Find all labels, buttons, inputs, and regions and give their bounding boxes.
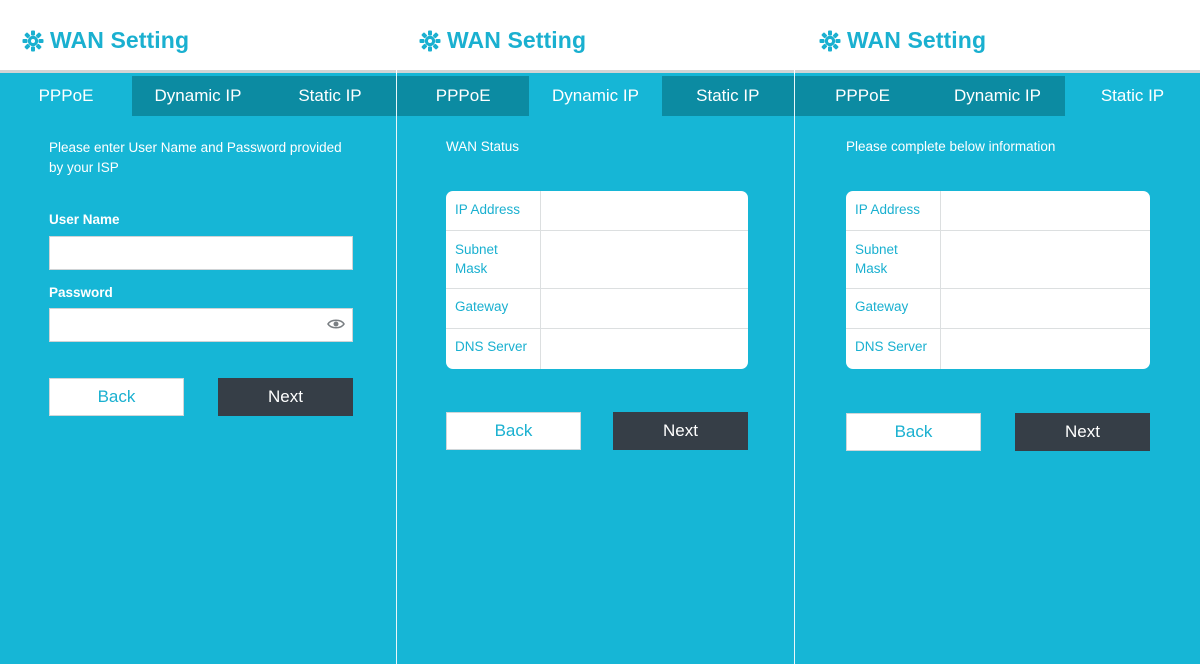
tab-bar: PPPoE Dynamic IP Static IP bbox=[397, 76, 794, 116]
tab-pppoe[interactable]: PPPoE bbox=[397, 76, 530, 116]
table-row: IP Address bbox=[846, 191, 1150, 231]
next-button[interactable]: Next bbox=[218, 378, 353, 416]
row-label: Gateway bbox=[455, 299, 509, 314]
header: WAN Setting bbox=[397, 0, 794, 73]
table-row: Subnet Mask bbox=[846, 231, 1150, 289]
table-row: Subnet Mask bbox=[446, 231, 748, 289]
ip-address-value bbox=[540, 191, 748, 230]
username-field[interactable] bbox=[49, 236, 353, 270]
gateway-field[interactable] bbox=[940, 289, 1150, 328]
subnet-mask-field[interactable] bbox=[940, 231, 1150, 288]
ip-address-field[interactable] bbox=[940, 191, 1150, 230]
row-label: DNS Server bbox=[455, 339, 528, 354]
tab-dynamic-ip[interactable]: Dynamic IP bbox=[930, 76, 1065, 116]
username-label: User Name bbox=[49, 212, 120, 227]
title-text: WAN Setting bbox=[447, 27, 587, 53]
tab-pppoe[interactable]: PPPoE bbox=[0, 76, 132, 116]
tab-bar: PPPoE Dynamic IP Static IP bbox=[795, 76, 1200, 116]
header: WAN Setting bbox=[795, 0, 1200, 73]
dns-server-field[interactable] bbox=[940, 329, 1150, 369]
header: WAN Setting bbox=[0, 0, 396, 73]
dynamic-ip-panel: WAN Setting PPPoE Dynamic IP Static IP W… bbox=[397, 0, 794, 664]
row-label: IP Address bbox=[855, 202, 921, 217]
static-ip-panel: WAN Setting PPPoE Dynamic IP Static IP P… bbox=[795, 0, 1200, 664]
pppoe-panel: WAN Setting PPPoE Dynamic IP Static IP P… bbox=[0, 0, 396, 664]
gateway-value bbox=[540, 289, 748, 328]
tab-bar: PPPoE Dynamic IP Static IP bbox=[0, 76, 396, 116]
title-text: WAN Setting bbox=[50, 27, 190, 53]
back-button[interactable]: Back bbox=[446, 412, 581, 450]
back-button[interactable]: Back bbox=[846, 413, 981, 451]
next-button[interactable]: Next bbox=[613, 412, 748, 450]
password-label: Password bbox=[49, 285, 113, 300]
gear-icon bbox=[22, 30, 44, 51]
instruction-text: Please enter User Name and Password prov… bbox=[49, 140, 342, 175]
page-title: WAN Setting bbox=[819, 27, 986, 54]
title-text: WAN Setting bbox=[847, 27, 987, 53]
row-label: Subnet Mask bbox=[455, 242, 498, 276]
dns-server-value bbox=[540, 329, 748, 369]
row-label: IP Address bbox=[455, 202, 521, 217]
table-row: IP Address bbox=[446, 191, 748, 231]
row-label: DNS Server bbox=[855, 339, 928, 354]
page-title: WAN Setting bbox=[419, 27, 586, 54]
row-label: Subnet Mask bbox=[855, 242, 898, 276]
tab-static-ip[interactable]: Static IP bbox=[661, 76, 794, 116]
gear-icon bbox=[419, 30, 441, 51]
eye-icon[interactable] bbox=[327, 318, 345, 330]
table-row: DNS Server bbox=[446, 329, 748, 369]
tab-static-ip[interactable]: Static IP bbox=[264, 76, 396, 116]
row-label: Gateway bbox=[855, 299, 909, 314]
subnet-mask-value bbox=[540, 231, 748, 288]
tab-dynamic-ip[interactable]: Dynamic IP bbox=[132, 76, 264, 116]
back-button[interactable]: Back bbox=[49, 378, 184, 416]
wan-status-label: WAN Status bbox=[446, 139, 520, 154]
instruction-text: Please complete below information bbox=[846, 139, 1056, 154]
next-button[interactable]: Next bbox=[1015, 413, 1150, 451]
table-row: DNS Server bbox=[846, 329, 1150, 369]
table-row: Gateway bbox=[846, 289, 1150, 329]
tab-pppoe[interactable]: PPPoE bbox=[795, 76, 930, 116]
tab-static-ip[interactable]: Static IP bbox=[1065, 76, 1200, 116]
tab-dynamic-ip[interactable]: Dynamic IP bbox=[529, 76, 662, 116]
static-ip-table: IP Address Subnet Mask Gateway DNS Serve… bbox=[846, 191, 1150, 369]
password-field[interactable] bbox=[49, 308, 353, 342]
wan-status-table: IP Address Subnet Mask Gateway DNS Serve… bbox=[446, 191, 748, 369]
page-title: WAN Setting bbox=[22, 27, 189, 54]
table-row: Gateway bbox=[446, 289, 748, 329]
gear-icon bbox=[819, 30, 841, 51]
